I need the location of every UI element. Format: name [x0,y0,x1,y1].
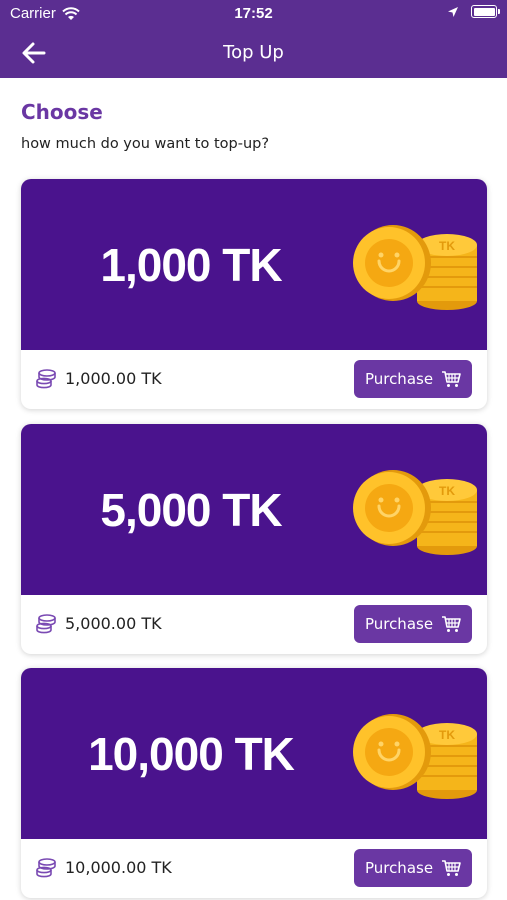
location-arrow-icon [448,6,458,17]
card-amount: 1,000.00 TK [65,369,162,388]
card-footer: 10,000.00 TK Purchase [21,839,487,898]
banner-amount: 10,000 TK [88,727,295,780]
purchase-button[interactable]: Purchase [354,849,472,887]
purchase-button[interactable]: Purchase [354,605,472,643]
topup-banner[interactable]: 10,000 TK TK [21,668,487,839]
svg-text:TK: TK [439,728,455,742]
cart-icon [442,860,461,876]
svg-text:TK: TK [439,484,455,498]
nav-bar: Top Up [0,28,507,78]
card-footer: 5,000.00 TK Purchase [21,595,487,654]
purchase-button[interactable]: Purchase [354,360,472,398]
cart-icon [442,371,461,387]
coins-icon [36,858,56,878]
svg-text:TK: TK [439,239,455,253]
topup-card[interactable]: 5,000 TK TK 5,000.00 TK Purchase [21,424,487,654]
battery-icon [471,5,500,18]
topup-banner[interactable]: 5,000 TK TK [21,424,487,595]
purchase-label: Purchase [364,370,434,388]
banner-amount: 1,000 TK [100,238,282,291]
coins-icon [36,369,56,389]
card-amount: 5,000.00 TK [65,614,162,633]
page-title: Top Up [223,42,284,63]
section-subheading: how much do you want to top-up? [21,136,270,152]
coins-icon [36,614,56,634]
status-bar: Carrier 17:52 [0,0,507,28]
banner-amount: 5,000 TK [100,483,282,536]
section-heading: Choose [21,100,103,124]
topup-card[interactable]: 1,000 TK TK 1,000.00 TK Purchase [21,179,487,409]
topup-banner[interactable]: 1,000 TK TK [21,179,487,350]
status-right [447,5,500,18]
coin-stack-icon: TK [353,714,477,799]
cart-icon [442,616,461,632]
purchase-label: Purchase [364,615,434,633]
clock: 17:52 [234,5,273,22]
card-amount: 10,000.00 TK [65,858,172,877]
topup-card[interactable]: 10,000 TK TK 10,000.00 TK Purchase [21,668,487,898]
purchase-label: Purchase [364,859,434,877]
card-footer: 1,000.00 TK Purchase [21,350,487,409]
coin-stack-icon: TK [353,470,477,555]
coin-stack-icon: TK [353,225,477,310]
